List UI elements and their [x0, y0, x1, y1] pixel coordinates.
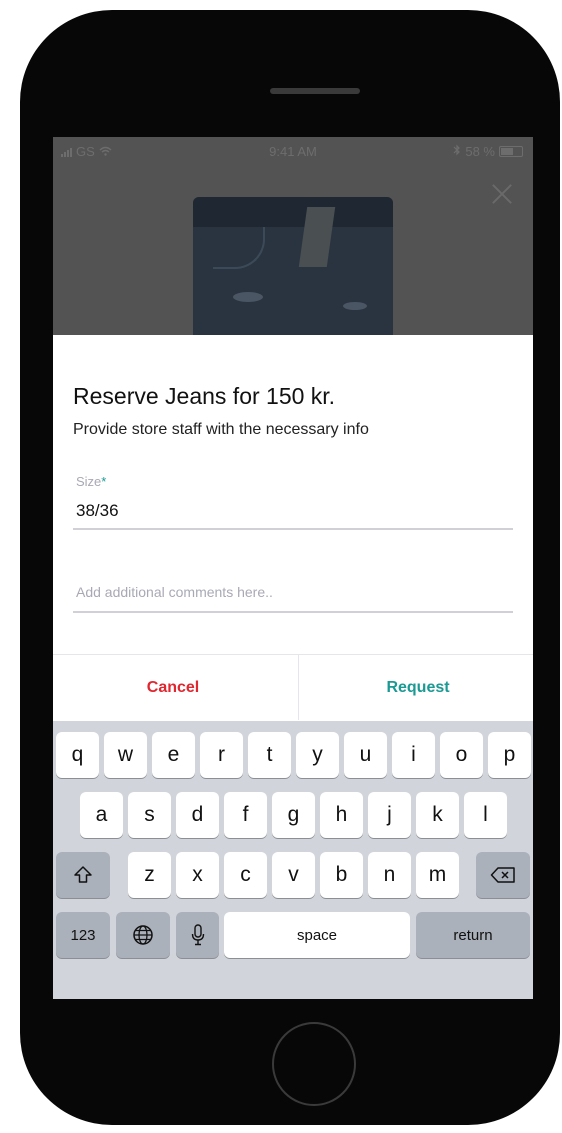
- shift-icon: [74, 866, 92, 883]
- size-field-underline: [73, 528, 513, 530]
- globe-icon: [133, 925, 153, 945]
- backspace-icon: [490, 867, 515, 883]
- earpiece-speaker: [270, 88, 360, 94]
- bluetooth-icon: [453, 144, 461, 159]
- key-p[interactable]: p: [488, 732, 531, 778]
- key-m[interactable]: m: [416, 852, 459, 898]
- key-h[interactable]: h: [320, 792, 363, 838]
- size-field-label: Size*: [76, 474, 107, 489]
- key-f[interactable]: f: [224, 792, 267, 838]
- key-j[interactable]: j: [368, 792, 411, 838]
- globe-key[interactable]: [116, 912, 170, 958]
- dialog-title: Reserve Jeans for 150 kr.: [73, 383, 336, 409]
- key-k[interactable]: k: [416, 792, 459, 838]
- required-asterisk: *: [101, 474, 107, 489]
- screen: GS 9:41 AM 58 % Reserve Jeans for 150 kr…: [53, 137, 533, 999]
- key-r[interactable]: r: [200, 732, 243, 778]
- key-v[interactable]: v: [272, 852, 315, 898]
- product-backdrop: GS 9:41 AM 58 %: [53, 137, 533, 337]
- key-w[interactable]: w: [104, 732, 147, 778]
- key-a[interactable]: a: [80, 792, 123, 838]
- key-g[interactable]: g: [272, 792, 315, 838]
- size-field[interactable]: 38/36: [76, 501, 119, 521]
- cancel-button[interactable]: Cancel: [53, 655, 293, 720]
- numbers-key[interactable]: 123: [56, 912, 110, 958]
- dictation-key[interactable]: [176, 912, 219, 958]
- key-c[interactable]: c: [224, 852, 267, 898]
- battery-icon: [499, 146, 523, 157]
- key-d[interactable]: d: [176, 792, 219, 838]
- status-right: 58 %: [453, 144, 523, 159]
- backspace-key[interactable]: [476, 852, 530, 898]
- key-s[interactable]: s: [128, 792, 171, 838]
- battery-percent: 58 %: [465, 144, 495, 159]
- comments-field[interactable]: Add additional comments here..: [76, 584, 273, 600]
- key-o[interactable]: o: [440, 732, 483, 778]
- key-q[interactable]: q: [56, 732, 99, 778]
- key-z[interactable]: z: [128, 852, 171, 898]
- request-button[interactable]: Request: [298, 655, 533, 720]
- home-button[interactable]: [272, 1022, 356, 1106]
- close-icon[interactable]: [491, 183, 513, 205]
- key-n[interactable]: n: [368, 852, 411, 898]
- dialog-subtitle: Provide store staff with the necessary i…: [73, 421, 369, 438]
- key-y[interactable]: y: [296, 732, 339, 778]
- status-bar: GS 9:41 AM 58 %: [53, 137, 533, 163]
- reserve-dialog: Reserve Jeans for 150 kr. Provide store …: [53, 335, 533, 721]
- shift-key[interactable]: [56, 852, 110, 898]
- key-l[interactable]: l: [464, 792, 507, 838]
- keyboard: q w e r t y u i o p a s d f g h j k l z …: [53, 721, 533, 999]
- product-image: [193, 197, 393, 337]
- dialog-actions: Cancel Request: [53, 654, 533, 720]
- key-x[interactable]: x: [176, 852, 219, 898]
- microphone-icon: [191, 924, 204, 946]
- key-e[interactable]: e: [152, 732, 195, 778]
- key-t[interactable]: t: [248, 732, 291, 778]
- space-key[interactable]: space: [224, 912, 410, 958]
- key-i[interactable]: i: [392, 732, 435, 778]
- key-u[interactable]: u: [344, 732, 387, 778]
- return-key[interactable]: return: [416, 912, 530, 958]
- key-b[interactable]: b: [320, 852, 363, 898]
- comments-field-underline: [73, 611, 513, 613]
